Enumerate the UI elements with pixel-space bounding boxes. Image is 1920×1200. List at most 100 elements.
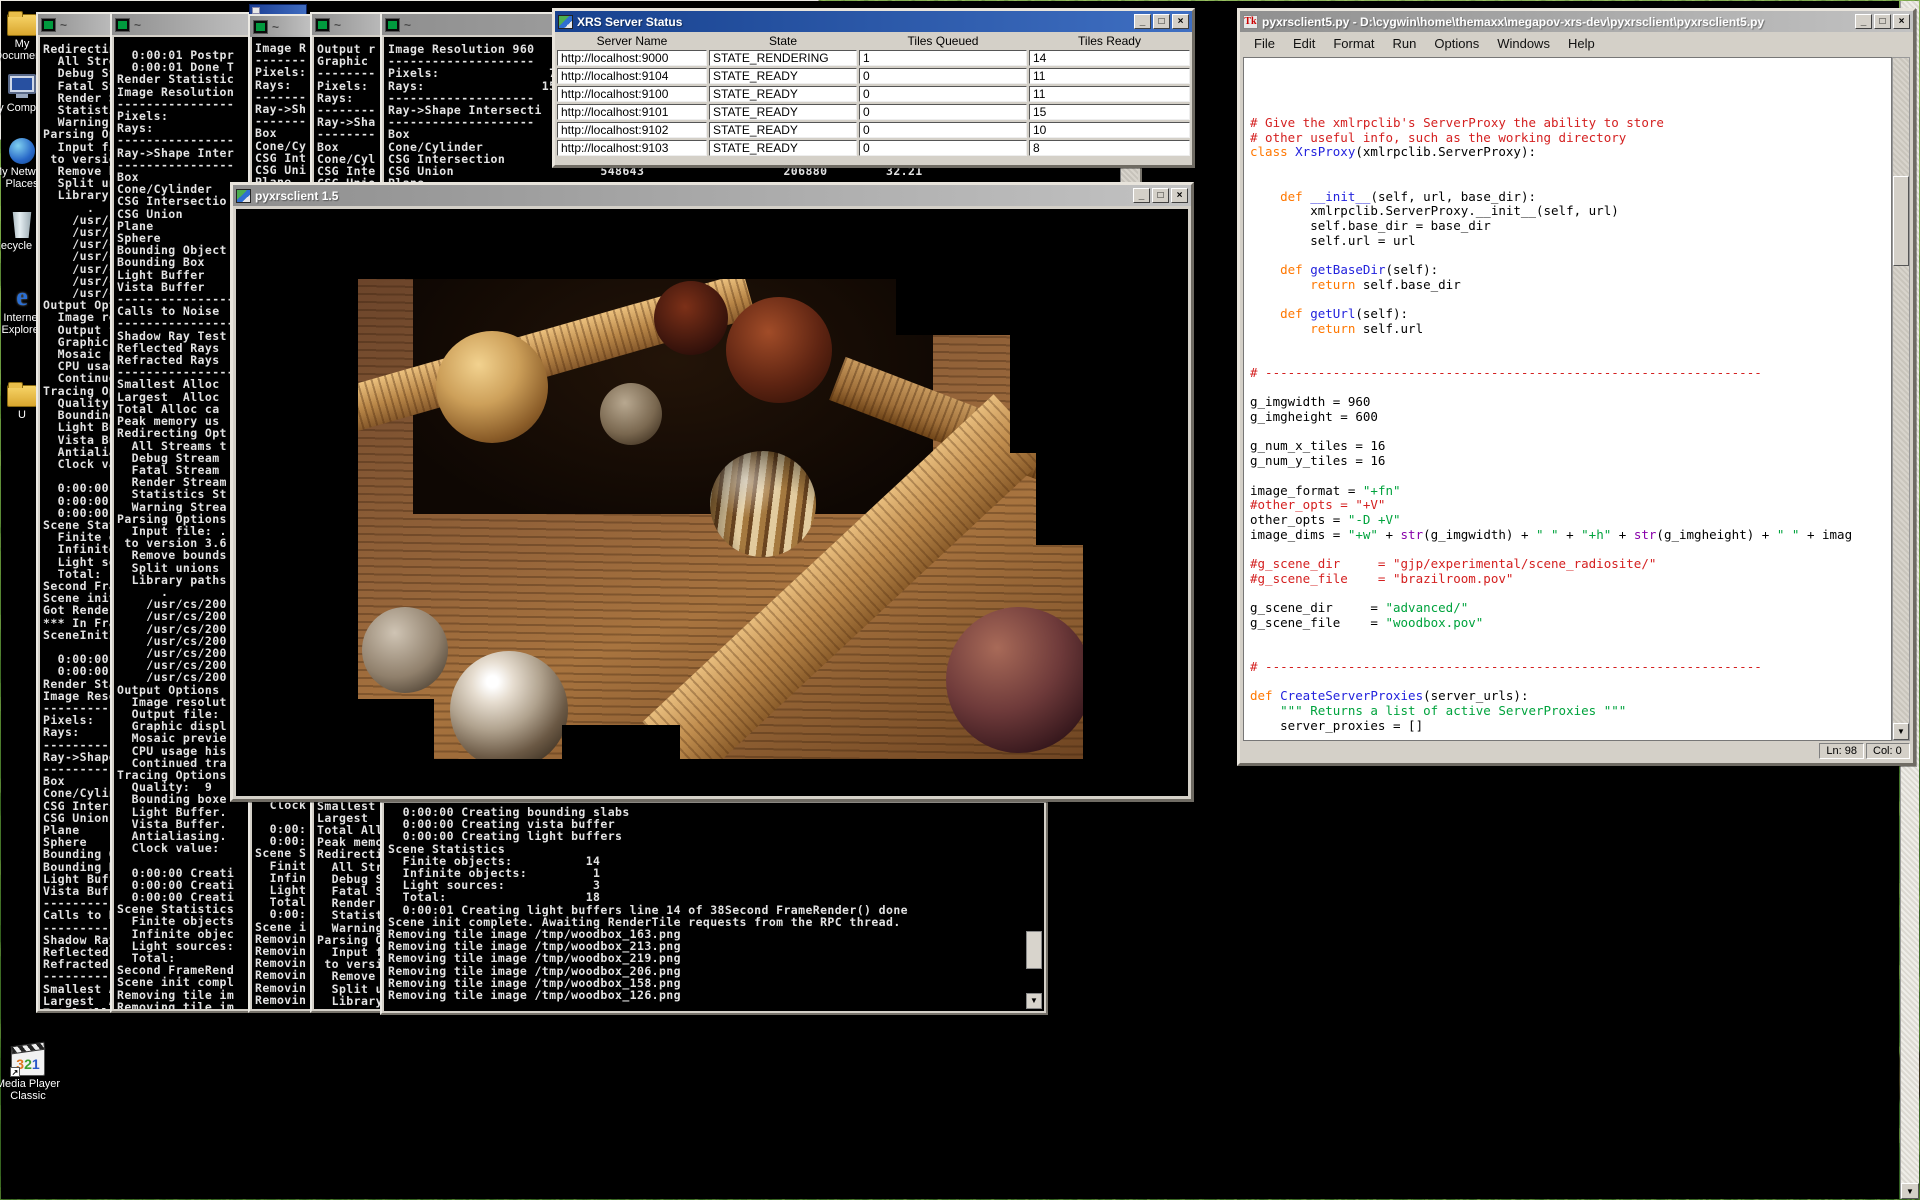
scrollbar[interactable]: ▼ <box>1892 57 1910 741</box>
table-row[interactable]: http://localhost:9102STATE_READY010 <box>557 122 1190 138</box>
menu-options[interactable]: Options <box>1426 35 1487 52</box>
menu-run[interactable]: Run <box>1385 35 1425 52</box>
line-indicator: Ln: 98 <box>1819 743 1864 759</box>
table-cell[interactable]: 15 <box>1029 104 1190 120</box>
scroll-down-icon[interactable]: ▼ <box>1026 993 1042 1009</box>
terminal-titlebar[interactable]: ~ <box>112 14 258 35</box>
minimize-button[interactable]: _ <box>1855 14 1872 29</box>
media-player-classic-icon: 321 ↗ <box>11 1048 45 1076</box>
column-header[interactable]: Tiles Ready <box>1029 34 1190 48</box>
window-title: XRS Server Status <box>577 15 1130 29</box>
shortcut-arrow-icon: ↗ <box>10 1067 20 1077</box>
table-cell[interactable]: STATE_READY <box>709 86 857 102</box>
table-cell[interactable]: STATE_READY <box>709 140 857 156</box>
code-line: def CreateServerProxies(server_urls): <box>1250 689 1891 704</box>
desktop-icon-media-player-classic[interactable]: 321 ↗ Media Player Classic <box>8 1048 48 1102</box>
render-log-console[interactable]: 0:00:00 Creating bounding slabs 0:00:00 … <box>380 778 1048 1015</box>
unrendered-tile <box>1036 453 1083 545</box>
code-line: g_imgheight = 600 <box>1250 410 1891 425</box>
code-line <box>1250 542 1891 557</box>
code-line: return self.url <box>1250 322 1891 337</box>
table-cell[interactable]: STATE_READY <box>709 122 857 138</box>
table-cell[interactable]: 0 <box>859 86 1027 102</box>
table-cell[interactable]: STATE_READY <box>709 104 857 120</box>
terminal-output: 0:00:00 Creating bounding slabs 0:00:00 … <box>384 803 1044 1001</box>
code-line: def getBaseDir(self): <box>1250 263 1891 278</box>
render-viewport <box>236 209 1188 796</box>
code-editor-area[interactable]: # Give the xmlrpclib's ServerProxy the a… <box>1243 57 1892 741</box>
code-line: image_format = "+fn" <box>1250 484 1891 499</box>
table-cell[interactable]: 10 <box>1029 122 1190 138</box>
column-header[interactable]: Server Name <box>557 34 707 48</box>
table-cell[interactable]: http://localhost:9000 <box>557 50 707 66</box>
code-line: xmlrpclib.ServerProxy.__init__(self, url… <box>1250 204 1891 219</box>
table-row[interactable]: http://localhost:9104STATE_READY011 <box>557 68 1190 84</box>
terminal-body[interactable]: 0:00:00 Creating bounding slabs 0:00:00 … <box>384 803 1044 1011</box>
table-cell[interactable]: 11 <box>1029 86 1190 102</box>
terminal-titlebar[interactable]: ~ <box>250 16 312 37</box>
table-cell[interactable]: 0 <box>859 68 1027 84</box>
minimize-button[interactable]: _ <box>1133 188 1150 203</box>
code-line: #g_scene_file = "brazilroom.pov" <box>1250 572 1891 587</box>
terminal-icon <box>115 18 130 32</box>
pyxr-titlebar[interactable]: pyxrsclient 1.5 _ □ × <box>233 185 1191 206</box>
table-cell[interactable]: 0 <box>859 122 1027 138</box>
menu-file[interactable]: File <box>1246 35 1283 52</box>
table-row[interactable]: http://localhost:9101STATE_READY015 <box>557 104 1190 120</box>
menu-format[interactable]: Format <box>1325 35 1382 52</box>
xrs-server-status-window[interactable]: XRS Server Status _ □ × Server NameState… <box>552 8 1195 168</box>
code-line: g_scene_file = "woodbox.pov" <box>1250 616 1891 631</box>
table-cell[interactable]: 14 <box>1029 50 1190 66</box>
scrollbar-thumb[interactable] <box>1893 176 1909 266</box>
window-title: pyxrsclient 1.5 <box>255 189 1129 203</box>
close-button[interactable]: × <box>1171 188 1188 203</box>
render-sphere-purple <box>946 607 1083 753</box>
editor-titlebar[interactable]: Tk pyxrsclient5.py - D:\cygwin\home\them… <box>1240 11 1913 32</box>
column-header[interactable]: Tiles Queued <box>859 34 1027 48</box>
editor-window[interactable]: Tk pyxrsclient5.py - D:\cygwin\home\them… <box>1237 8 1916 766</box>
code-line <box>1250 381 1891 396</box>
scroll-down-icon[interactable]: ▼ <box>1893 723 1909 740</box>
close-button[interactable]: × <box>1172 14 1189 29</box>
code-line: image_dims = "+w" + str(g_imgwidth) + " … <box>1250 528 1891 543</box>
scrollbar-thumb[interactable] <box>1026 931 1042 969</box>
minimize-button[interactable]: _ <box>1134 14 1151 29</box>
table-cell[interactable]: 0 <box>859 104 1027 120</box>
table-cell[interactable]: STATE_READY <box>709 68 857 84</box>
table-row[interactable]: http://localhost:9103STATE_READY08 <box>557 140 1190 156</box>
maximize-button[interactable]: □ <box>1153 14 1170 29</box>
table-cell[interactable]: http://localhost:9104 <box>557 68 707 84</box>
table-cell[interactable]: 0 <box>859 140 1027 156</box>
scroll-down-icon[interactable]: ▼ <box>1901 1183 1919 1199</box>
table-cell[interactable]: 1 <box>859 50 1027 66</box>
maximize-button[interactable]: □ <box>1152 188 1169 203</box>
table-row[interactable]: http://localhost:9000STATE_RENDERING114 <box>557 50 1190 66</box>
xrs-titlebar[interactable]: XRS Server Status _ □ × <box>555 11 1192 32</box>
menu-help[interactable]: Help <box>1560 35 1603 52</box>
table-cell[interactable]: 8 <box>1029 140 1190 156</box>
table-row[interactable]: http://localhost:9100STATE_READY011 <box>557 86 1190 102</box>
code-line <box>1250 160 1891 175</box>
code-line: return self.base_dir <box>1250 278 1891 293</box>
render-sphere-darkred <box>654 281 728 355</box>
code-line <box>1250 337 1891 352</box>
editor-menubar: FileEditFormatRunOptionsWindowsHelp <box>1240 32 1913 54</box>
scrollbar[interactable]: ▼ <box>1026 803 1042 1009</box>
code-line: g_imgwidth = 960 <box>1250 395 1891 410</box>
table-cell[interactable]: STATE_RENDERING <box>709 50 857 66</box>
table-cell[interactable]: http://localhost:9100 <box>557 86 707 102</box>
table-cell[interactable]: http://localhost:9101 <box>557 104 707 120</box>
column-header[interactable]: State <box>709 34 857 48</box>
table-cell[interactable]: http://localhost:9103 <box>557 140 707 156</box>
close-button[interactable]: × <box>1893 14 1910 29</box>
maximize-button[interactable]: □ <box>1874 14 1891 29</box>
unrendered-tile <box>896 279 1083 335</box>
menu-windows[interactable]: Windows <box>1489 35 1558 52</box>
globe-icon <box>9 138 35 164</box>
rendered-scene <box>358 279 1083 759</box>
menu-edit[interactable]: Edit <box>1285 35 1323 52</box>
table-cell[interactable]: http://localhost:9102 <box>557 122 707 138</box>
pyxrsclient-window[interactable]: pyxrsclient 1.5 _ □ × <box>230 182 1194 802</box>
render-sphere-small-gray <box>600 383 662 445</box>
table-cell[interactable]: 11 <box>1029 68 1190 84</box>
